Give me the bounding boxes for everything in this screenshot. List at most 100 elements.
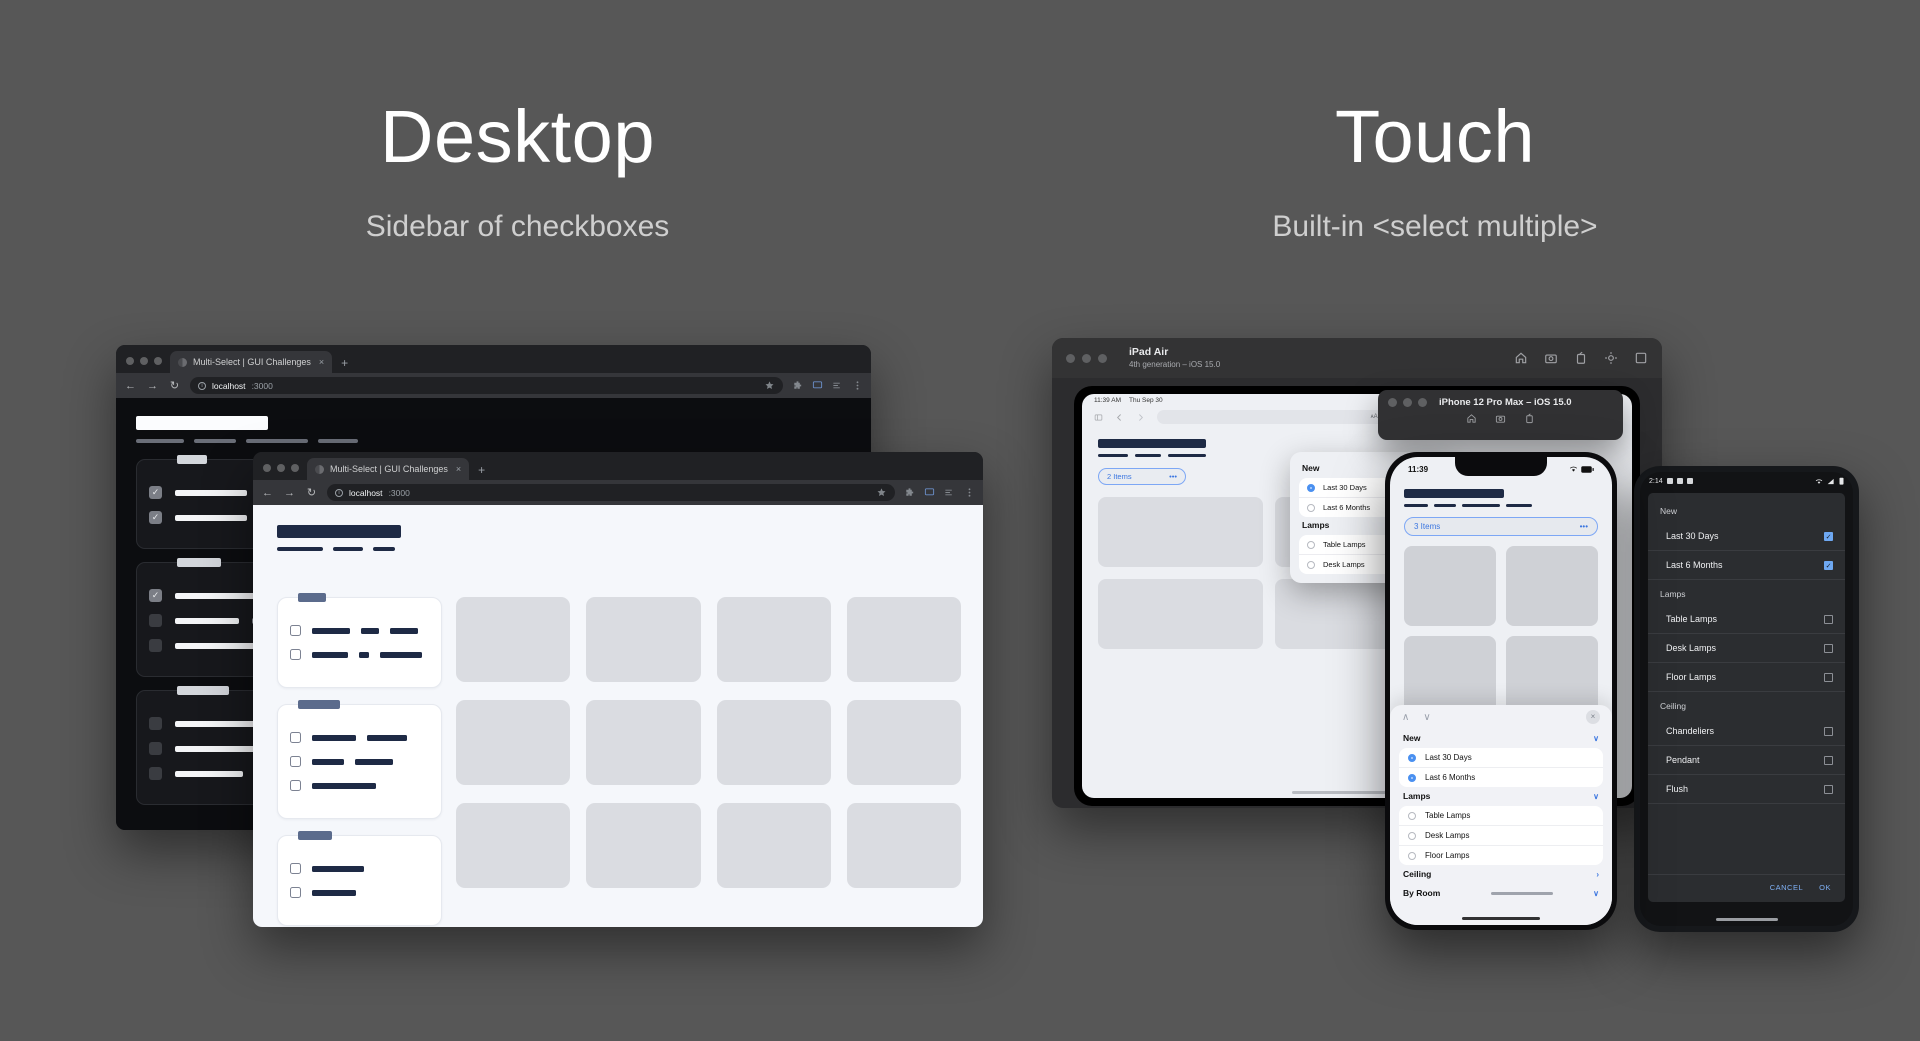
reading-list-icon[interactable] [944, 487, 955, 498]
window-traffic-lights[interactable] [1066, 353, 1107, 363]
result-tile[interactable] [716, 803, 831, 888]
forward-button[interactable]: → [283, 487, 296, 499]
radio-unselected-icon[interactable] [1408, 831, 1416, 840]
result-tile[interactable] [586, 803, 701, 888]
option-item[interactable]: Table Lamps [1648, 605, 1845, 634]
checkbox-checked-icon[interactable]: ✓ [1824, 560, 1833, 570]
option-group-header[interactable]: New ∨ [1399, 729, 1603, 748]
sidebar-toggle-icon[interactable] [1094, 413, 1103, 422]
next-field-icon[interactable]: ∨ [1423, 712, 1430, 723]
checkbox-unchecked-icon[interactable] [1824, 614, 1833, 624]
option-item[interactable]: Pendant [1648, 746, 1845, 775]
chevron-right-icon[interactable]: › [1596, 870, 1599, 879]
close-tab-icon[interactable]: × [319, 357, 324, 367]
option-item[interactable]: Chandeliers [1648, 717, 1845, 746]
result-tile[interactable] [456, 700, 571, 785]
more-menu-icon[interactable] [964, 487, 975, 498]
radio-unselected-icon[interactable] [1408, 811, 1416, 820]
result-tile[interactable] [1506, 636, 1598, 716]
forward-button[interactable]: → [146, 380, 159, 392]
checkbox-row[interactable] [290, 863, 429, 874]
checkbox-checked-icon[interactable]: ✓ [149, 589, 162, 602]
back-button[interactable]: ← [124, 380, 137, 392]
iphone-simulator-window[interactable]: iPhone 12 Pro Max – iOS 15.0 [1378, 390, 1623, 440]
result-tile[interactable] [1404, 636, 1496, 716]
safari-back-icon[interactable] [1115, 413, 1124, 422]
checkbox-unchecked-icon[interactable] [149, 767, 162, 780]
iphone-multiselect-trigger[interactable]: 3 Items ••• [1404, 517, 1598, 536]
maximize-window-dot[interactable] [1098, 353, 1107, 363]
option-group-header[interactable]: Lamps ∨ [1399, 787, 1603, 806]
minimize-window-dot[interactable] [1082, 353, 1091, 363]
checkbox-unchecked-icon[interactable] [1824, 672, 1833, 682]
radio-unselected-icon[interactable] [1307, 503, 1315, 512]
reload-button[interactable]: ↻ [305, 486, 318, 499]
text-size-icon[interactable]: ᴀA [1371, 414, 1378, 420]
ok-button[interactable]: OK [1819, 883, 1831, 892]
reload-button[interactable]: ↻ [168, 379, 181, 392]
appearance-brightness-icon[interactable] [1604, 351, 1618, 365]
browser-tab[interactable]: Multi-Select | GUI Challenges × [307, 458, 470, 480]
radio-selected-icon[interactable] [1408, 753, 1416, 762]
screenshot-camera-icon[interactable] [1544, 351, 1558, 365]
more-menu-icon[interactable] [852, 380, 863, 391]
result-tile[interactable] [586, 597, 701, 682]
chevron-down-icon[interactable]: ∨ [1593, 792, 1599, 801]
checkbox-unchecked-icon[interactable] [290, 625, 301, 636]
result-tile[interactable] [1098, 497, 1263, 567]
checkbox-unchecked-icon[interactable] [1824, 784, 1833, 794]
radio-selected-icon[interactable] [1408, 773, 1416, 782]
rotate-icon[interactable] [1524, 413, 1535, 424]
chevron-down-icon[interactable]: ∨ [1593, 889, 1599, 898]
close-window-dot[interactable] [126, 357, 134, 365]
result-tile[interactable] [716, 700, 831, 785]
close-window-dot[interactable] [263, 464, 271, 472]
checkbox-unchecked-icon[interactable] [149, 639, 162, 652]
checkbox-unchecked-icon[interactable] [1824, 643, 1833, 653]
checkbox-row[interactable] [290, 625, 429, 636]
home-icon[interactable] [1514, 351, 1528, 365]
result-tile[interactable] [1506, 546, 1598, 626]
close-window-dot[interactable] [1388, 398, 1397, 407]
screenshot-camera-icon[interactable] [1495, 413, 1506, 424]
previous-field-icon[interactable]: ∧ [1402, 712, 1409, 723]
option-item[interactable]: Desk Lamps [1648, 634, 1845, 663]
checkbox-unchecked-icon[interactable] [149, 742, 162, 755]
maximize-window-dot[interactable] [1418, 398, 1427, 407]
iphone-picker-sheet[interactable]: ∧ ∨ × New ∨ Last 30 Days Last 6 Months L… [1390, 705, 1612, 925]
new-tab-button[interactable]: + [332, 356, 357, 373]
result-tile[interactable] [846, 597, 961, 682]
minimize-window-dot[interactable] [1403, 398, 1412, 407]
result-tile[interactable] [1404, 546, 1496, 626]
window-traffic-lights[interactable] [259, 464, 307, 480]
checkbox-checked-icon[interactable]: ✓ [149, 486, 162, 499]
home-icon[interactable] [1466, 413, 1477, 424]
option-group-header[interactable]: By Room ∨ [1399, 884, 1603, 903]
new-tab-button[interactable]: + [469, 463, 494, 480]
site-info-icon[interactable]: i [335, 488, 343, 497]
checkbox-unchecked-icon[interactable] [290, 780, 301, 791]
option-item[interactable]: Table Lamps [1399, 806, 1603, 826]
back-button[interactable]: ← [261, 487, 274, 499]
maximize-window-dot[interactable] [154, 357, 162, 365]
result-tile[interactable] [716, 597, 831, 682]
checkbox-checked-icon[interactable]: ✓ [149, 511, 162, 524]
radio-unselected-icon[interactable] [1307, 560, 1315, 569]
checkbox-unchecked-icon[interactable] [290, 863, 301, 874]
close-icon[interactable]: × [1586, 710, 1600, 724]
option-item[interactable]: Floor Lamps [1399, 846, 1603, 865]
radio-selected-icon[interactable] [1307, 483, 1315, 492]
browser-tab[interactable]: Multi-Select | GUI Challenges × [170, 351, 333, 373]
option-item[interactable]: Flush [1648, 775, 1845, 804]
reading-list-icon[interactable] [832, 380, 843, 391]
window-traffic-lights[interactable] [122, 357, 170, 373]
option-item[interactable]: Last 30 Days [1399, 748, 1603, 768]
close-tab-icon[interactable]: × [456, 464, 461, 474]
radio-unselected-icon[interactable] [1408, 851, 1416, 860]
result-tile[interactable] [846, 700, 961, 785]
option-group-header[interactable]: Ceiling › [1399, 865, 1603, 884]
checkbox-unchecked-icon[interactable] [290, 649, 301, 660]
option-item[interactable]: Last 30 Days ✓ [1648, 522, 1845, 551]
maximize-window-dot[interactable] [291, 464, 299, 472]
checkbox-unchecked-icon[interactable] [149, 614, 162, 627]
